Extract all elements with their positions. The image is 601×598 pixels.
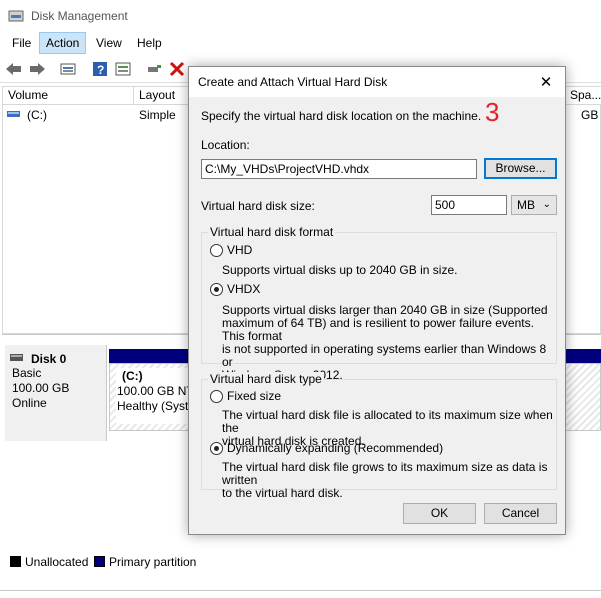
menu-help[interactable]: Help (131, 32, 168, 54)
connect-icon[interactable] (144, 59, 164, 79)
type-group-title: Virtual hard disk type (208, 372, 324, 386)
format-group: Virtual hard disk format VHD Supports vi… (201, 225, 557, 382)
cancel-button[interactable]: Cancel (484, 503, 557, 524)
column-volume[interactable]: Volume (3, 87, 134, 105)
disk-list-icon[interactable] (58, 59, 78, 79)
size-unit-value: MB (517, 198, 535, 212)
legend: Unallocated Primary partition (0, 552, 601, 572)
radio-fixed-size[interactable] (210, 390, 223, 403)
disk0-size: 100.00 GB (12, 381, 70, 395)
radio-vhd[interactable] (210, 244, 223, 257)
vhdx-desc-line: maximum of 64 TB) and is resilient to po… (222, 316, 534, 343)
volume-name: (C:) (27, 108, 47, 122)
volume-free: GB (581, 108, 599, 122)
partition-health: Healthy (Syste (117, 399, 196, 413)
location-input[interactable]: C:\My_VHDs\ProjectVHD.vhdx (201, 159, 477, 179)
legend-swatch-unallocated (10, 556, 21, 567)
step-annotation: 3 (485, 97, 500, 127)
back-arrow-icon[interactable] (4, 59, 24, 79)
vhdx-desc-line: is not supported in operating systems ea… (222, 342, 547, 369)
dialog-title: Create and Attach Virtual Hard Disk (198, 75, 388, 89)
radio-dynamically-expanding[interactable] (210, 442, 223, 455)
size-input[interactable]: 500 (431, 195, 507, 215)
dynamic-description: The virtual hard disk file grows to its … (222, 461, 556, 500)
hard-disk-icon (10, 354, 23, 361)
location-label: Location: (201, 138, 250, 152)
menu-file[interactable]: File (6, 32, 37, 54)
dialog-titlebar: Create and Attach Virtual Hard Disk ✕ (189, 67, 565, 97)
help-icon[interactable]: ? (90, 59, 110, 79)
menu-bar: File Action View Help (0, 32, 601, 54)
forward-arrow-icon[interactable] (27, 59, 47, 79)
vhdx-description: Supports virtual disks larger than 2040 … (222, 304, 556, 382)
properties-icon[interactable] (113, 59, 133, 79)
create-attach-vhd-dialog: Create and Attach Virtual Hard Disk ✕ Sp… (188, 66, 566, 535)
disk0-status: Online (12, 396, 47, 410)
column-layout[interactable]: Layout (134, 87, 190, 105)
legend-label-unallocated: Unallocated (25, 555, 89, 569)
radio-fixed-size-label[interactable]: Fixed size (227, 389, 281, 403)
window-title: Disk Management (31, 9, 128, 23)
dynamic-desc-line: The virtual hard disk file grows to its … (222, 460, 548, 487)
browse-button[interactable]: Browse... (484, 158, 557, 179)
status-bar-divider (0, 590, 601, 591)
dialog-instruction: Specify the virtual hard disk location o… (201, 109, 482, 123)
vhd-desc-line: Supports virtual disks up to 2040 GB in … (222, 263, 458, 277)
disk0-name: Disk 0 (31, 352, 67, 366)
chevron-down-icon: ⌄ (542, 199, 551, 210)
window-titlebar: Disk Management (0, 0, 601, 32)
format-group-title: Virtual hard disk format (208, 225, 336, 239)
column-free-space[interactable]: Spa... (565, 87, 601, 105)
disk-management-icon (8, 10, 24, 22)
dynamic-desc-line: to the virtual hard disk. (222, 486, 343, 500)
disk0-type: Basic (12, 366, 42, 380)
svg-text:?: ? (97, 63, 104, 77)
menu-view[interactable]: View (90, 32, 128, 54)
type-group: Virtual hard disk type Fixed size The vi… (201, 372, 557, 500)
legend-label-primary: Primary partition (109, 555, 197, 569)
fixed-desc-line: The virtual hard disk file is allocated … (222, 408, 553, 435)
delete-icon[interactable] (167, 59, 187, 79)
dialog-content: Specify the virtual hard disk location o… (189, 97, 565, 534)
legend-swatch-primary (94, 556, 105, 567)
volume-icon (7, 111, 20, 117)
radio-dynamically-expanding-label[interactable]: Dynamically expanding (Recommended) (227, 441, 443, 455)
radio-vhdx[interactable] (210, 283, 223, 296)
menu-action[interactable]: Action (39, 32, 87, 54)
partition-name: (C:) (122, 369, 143, 383)
ok-button[interactable]: OK (403, 503, 476, 524)
size-label: Virtual hard disk size: (201, 199, 315, 213)
volume-layout: Simple (139, 108, 176, 122)
close-icon[interactable]: ✕ (536, 73, 556, 91)
radio-vhdx-label[interactable]: VHDX (227, 282, 260, 296)
size-unit-select[interactable]: MB ⌄ (511, 195, 557, 215)
radio-vhd-label[interactable]: VHD (227, 243, 252, 257)
vhd-description: Supports virtual disks up to 2040 GB in … (222, 264, 457, 277)
